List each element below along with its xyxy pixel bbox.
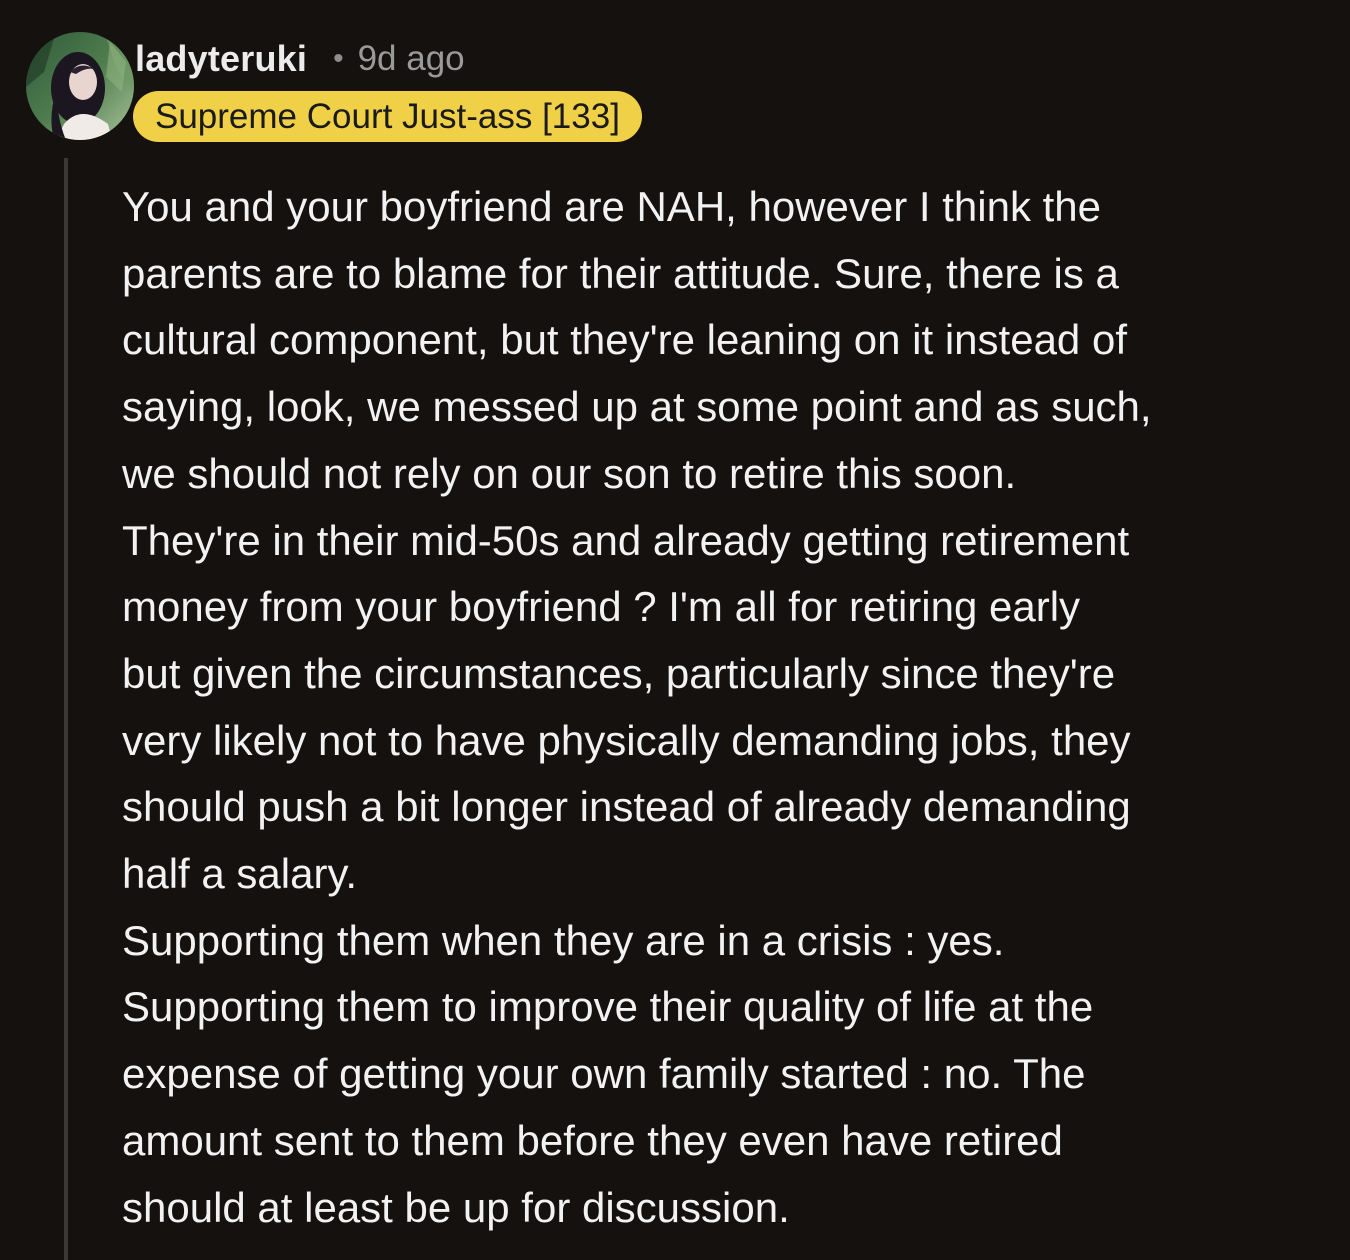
comment-body-line: saying, look, we messed up at some point…: [122, 383, 1152, 431]
user-flair-badge[interactable]: Supreme Court Just-ass [133]: [133, 91, 642, 142]
comment-body-line: but given the circumstances, particularl…: [122, 649, 1116, 697]
comment-body-line: Supporting them to improve their quality…: [122, 983, 1094, 1031]
comment-body-line: parents are to blame for their attitude.…: [122, 249, 1119, 297]
comment-body-line: Supporting them when they are in a crisi…: [122, 916, 1005, 964]
comment-body-line: should at least be up for discussion.: [122, 1183, 790, 1231]
comment-body: You and your boyfriend are NAH, however …: [122, 174, 1322, 1241]
comment-body-line: half a salary.: [122, 850, 357, 898]
comment-body-line: amount sent to them before they even hav…: [122, 1116, 1063, 1164]
thread-collapse-line[interactable]: [64, 158, 68, 1260]
author-username[interactable]: ladyteruki: [135, 38, 307, 80]
comment-body-line: money from your boyfriend ? I'm all for …: [122, 583, 1081, 631]
comment-body-line: cultural component, but they're leaning …: [122, 316, 1127, 364]
comment-body-line: we should not rely on our son to retire …: [122, 449, 1017, 497]
comment-body-line: should push a bit longer instead of alre…: [122, 783, 1131, 831]
comment-header: ladyteruki • 9d ago: [135, 36, 465, 82]
comment-body-line: You and your boyfriend are NAH, however …: [122, 183, 1102, 230]
user-avatar-photo: [26, 32, 134, 140]
comment: ladyteruki • 9d ago Supreme Court Just-a…: [0, 0, 1350, 1260]
comment-body-line: They're in their mid-50s and already get…: [122, 516, 1130, 564]
meta-separator: •: [333, 42, 344, 75]
comment-body-line: expense of getting your own family start…: [122, 1050, 1086, 1098]
author-avatar[interactable]: [26, 32, 134, 140]
comment-timestamp[interactable]: 9d ago: [358, 39, 465, 79]
comment-body-line: very likely not to have physically deman…: [122, 716, 1131, 764]
